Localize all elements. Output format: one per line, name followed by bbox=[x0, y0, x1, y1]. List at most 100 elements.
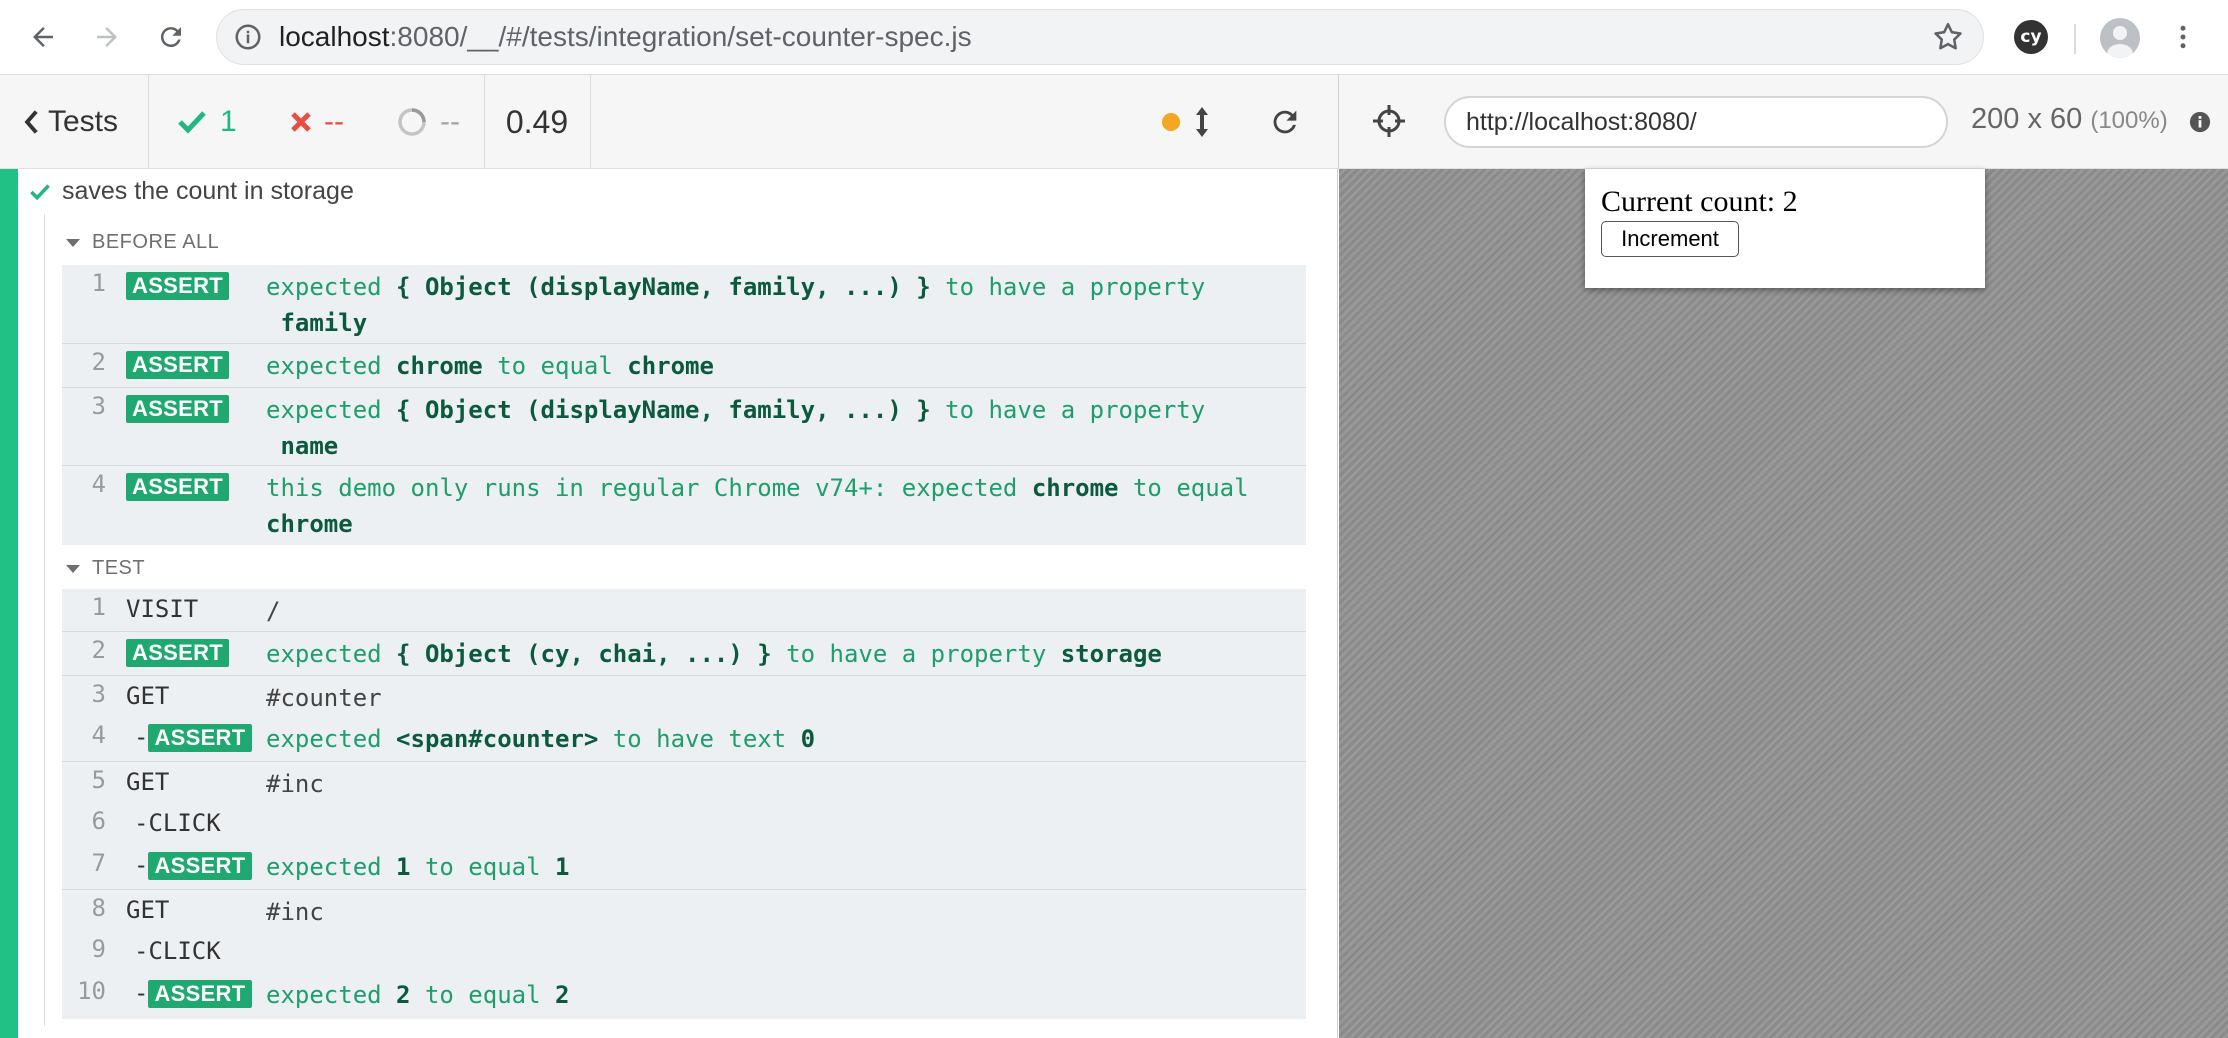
command-message bbox=[262, 931, 1306, 935]
assert-badge: ASSERT bbox=[126, 473, 230, 501]
url-host: localhost bbox=[279, 21, 390, 52]
cypress-extension-icon[interactable]: cy bbox=[2014, 20, 2048, 54]
pending-stat: -- bbox=[396, 75, 460, 169]
command-name: - ASSERT bbox=[106, 973, 262, 1008]
assert-badge: ASSERT bbox=[148, 980, 252, 1008]
hook-before-all-toggle[interactable]: BEFORE ALL bbox=[66, 231, 219, 254]
address-bar[interactable]: localhost:8080/__/#/tests/integration/se… bbox=[216, 9, 1984, 65]
command-row[interactable]: 9 -CLICK bbox=[62, 931, 1306, 973]
command-message: expected 1 to equal 1 bbox=[266, 853, 570, 881]
command-row[interactable]: 1 VISIT / bbox=[62, 589, 1306, 631]
assert-badge: ASSERT bbox=[148, 724, 252, 752]
increment-button[interactable]: Increment bbox=[1601, 221, 1739, 257]
command-message: #counter bbox=[266, 684, 382, 712]
profile-avatar-icon[interactable] bbox=[2100, 18, 2140, 58]
command-row[interactable]: 6 -CLICK bbox=[62, 803, 1306, 845]
command-number: 3 bbox=[91, 680, 106, 708]
command-name: - ASSERT bbox=[106, 717, 262, 752]
chevron-left-icon bbox=[22, 109, 40, 135]
command-number: 3 bbox=[91, 392, 106, 420]
reload-icon[interactable] bbox=[148, 14, 194, 60]
toolbar-divider bbox=[2074, 24, 2076, 54]
child-marker: - bbox=[134, 937, 149, 965]
hook-label: BEFORE ALL bbox=[92, 231, 220, 253]
command-name: GET bbox=[126, 682, 170, 710]
command-name: VISIT bbox=[126, 595, 199, 623]
command-message: / bbox=[266, 597, 281, 625]
command-number: 4 bbox=[91, 470, 106, 498]
command-message: #inc bbox=[266, 898, 324, 926]
command-row[interactable]: 4 - ASSERT expected <span#counter> to hav… bbox=[62, 717, 1306, 761]
command-message: expected { Object (cy, chai, ...) } to h… bbox=[266, 640, 1162, 668]
running-status-dot-icon bbox=[1162, 113, 1180, 136]
duration-value: 0.49 bbox=[505, 103, 569, 140]
aut-iframe: Current count: 2 Increment bbox=[1585, 169, 1985, 288]
current-count-text: Current count: 2 bbox=[1601, 185, 1798, 218]
command-number: 4 bbox=[91, 721, 106, 749]
command-row[interactable]: 7 - ASSERT expected 1 to equal 1 bbox=[62, 845, 1306, 889]
command-message: expected 2 to equal 2 bbox=[266, 981, 570, 1009]
command-row[interactable]: 2 ASSERT expected chrome to equal chrome bbox=[62, 343, 1306, 387]
bookmark-star-icon[interactable] bbox=[1931, 20, 1965, 61]
command-name: ASSERT bbox=[106, 265, 262, 300]
header-divider bbox=[148, 75, 149, 169]
assert-badge: ASSERT bbox=[126, 351, 230, 379]
viewport-dimensions: 200 x 60 bbox=[1971, 103, 2083, 135]
command-row[interactable]: 2 ASSERT expected { Object (cy, chai, ..… bbox=[62, 631, 1306, 675]
command-row[interactable]: 4 ASSERT this demo only runs in regular … bbox=[62, 465, 1306, 545]
tests-back-button[interactable]: Tests bbox=[0, 75, 148, 169]
aut-viewport: Current count: 2 Increment bbox=[1339, 169, 2228, 1038]
tests-label: Tests bbox=[48, 105, 119, 138]
auto-scroll-toggle-icon[interactable] bbox=[1194, 105, 1210, 144]
aut-url-display[interactable]: http://localhost:8080/ bbox=[1444, 96, 1948, 148]
command-message: this demo only runs in regular Chrome v7… bbox=[266, 474, 1249, 538]
before-all-commands: 1 ASSERT expected { Object (displayName,… bbox=[62, 265, 1306, 545]
hook-test-toggle[interactable]: TEST bbox=[66, 557, 145, 580]
assert-badge: ASSERT bbox=[126, 272, 230, 300]
command-number: 9 bbox=[91, 935, 106, 963]
command-name: ASSERT bbox=[106, 632, 262, 667]
header-divider bbox=[590, 75, 591, 169]
command-name-text: CLICK bbox=[148, 937, 221, 965]
command-row[interactable]: 8 GET #inc bbox=[62, 889, 1306, 931]
command-message bbox=[262, 803, 1306, 807]
child-marker: - bbox=[134, 979, 149, 1007]
command-number: 5 bbox=[91, 766, 106, 794]
command-number: 1 bbox=[91, 269, 106, 297]
command-number: 1 bbox=[91, 593, 106, 621]
test-title-text: saves the count in storage bbox=[62, 177, 354, 205]
forward-icon[interactable] bbox=[84, 14, 130, 60]
command-row[interactable]: 3 GET #counter bbox=[62, 675, 1306, 717]
command-message: expected { Object (displayName, family, … bbox=[266, 396, 1206, 460]
command-name: ASSERT bbox=[106, 344, 262, 379]
command-name: -CLICK bbox=[106, 803, 262, 837]
selector-playground-crosshair-icon[interactable] bbox=[1371, 103, 1407, 144]
command-row[interactable]: 3 ASSERT expected { Object (displayName,… bbox=[62, 387, 1306, 465]
back-icon[interactable] bbox=[20, 14, 66, 60]
command-message: expected <span#counter> to have text 0 bbox=[266, 725, 816, 753]
test-title[interactable]: saves the count in storage bbox=[30, 177, 354, 206]
pending-spinner-icon bbox=[396, 106, 428, 138]
assert-badge: ASSERT bbox=[148, 852, 252, 880]
viewport-zoom: (100%) bbox=[2090, 107, 2168, 134]
viewport-info-icon[interactable] bbox=[2189, 111, 2211, 138]
test-pass-indicator bbox=[0, 169, 18, 1038]
menu-kebab-icon[interactable] bbox=[2160, 14, 2206, 60]
command-row[interactable]: 5 GET #inc bbox=[62, 761, 1306, 803]
info-icon[interactable] bbox=[233, 22, 263, 59]
assert-badge: ASSERT bbox=[126, 639, 230, 667]
passed-count: 1 bbox=[220, 105, 237, 138]
check-icon bbox=[178, 110, 206, 134]
child-marker: - bbox=[134, 809, 149, 837]
assert-badge: ASSERT bbox=[126, 395, 230, 423]
runner-header: http://localhost:8080/ 200 x 60 (100%) bbox=[1338, 75, 2228, 169]
rerun-icon[interactable] bbox=[1268, 105, 1302, 144]
command-message: expected { Object (displayName, family, … bbox=[266, 273, 1206, 337]
command-row[interactable]: 1 ASSERT expected { Object (displayName,… bbox=[62, 265, 1306, 343]
failed-stat: -- bbox=[290, 75, 344, 169]
command-row[interactable]: 10 - ASSERT expected 2 to equal 2 bbox=[62, 973, 1306, 1019]
command-message: expected chrome to equal chrome bbox=[266, 352, 714, 380]
url-path: :8080/__/#/tests/integration/set-counter… bbox=[389, 21, 972, 52]
failed-count: -- bbox=[324, 105, 344, 138]
check-icon bbox=[30, 183, 50, 201]
